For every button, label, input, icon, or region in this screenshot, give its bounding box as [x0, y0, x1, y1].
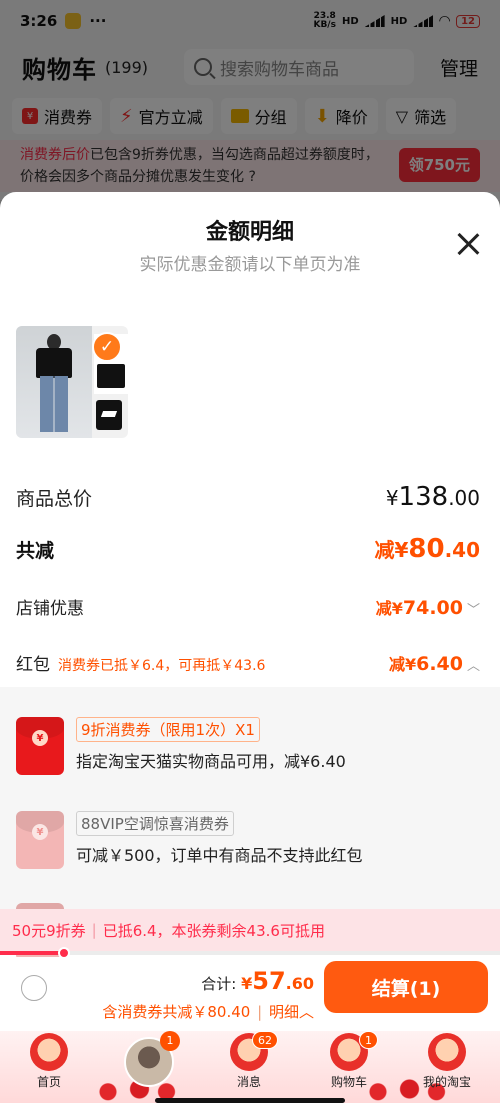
coupon-desc: 指定淘宝天猫实物商品可用，减¥6.40 [76, 752, 346, 771]
tab-my-taobao[interactable]: 我的淘宝 [412, 1033, 482, 1090]
shop-discount-value: 减¥74.00 ﹀ [375, 597, 480, 619]
tab-messages[interactable]: 62 消息 [214, 1031, 284, 1090]
shop-discount-row[interactable]: 店铺优惠 减¥74.00 ﹀ [16, 594, 480, 619]
progress-fill [0, 951, 64, 955]
total-price-row: 商品总价 ¥138.00 [16, 482, 480, 512]
coupon-desc: 可减￥500，订单中有商品不支持此红包 [76, 846, 363, 865]
red-packet-label: 红包 [16, 655, 50, 675]
brand-logo-thumb [96, 400, 122, 430]
sheet-subtitle: 实际优惠金额请以下单页为准 [139, 255, 361, 275]
discount-summary[interactable]: 含消费券共减￥80.40 | 明细︿ [102, 1001, 314, 1022]
total-discount-label: 共减 [16, 540, 55, 562]
red-envelope-icon: ¥ [16, 717, 64, 775]
coupon-item[interactable]: ¥ 9折消费券（限用1次）X1 指定淘宝天猫实物商品可用，减¥6.40 [16, 717, 346, 775]
tab-cart[interactable]: 1 购物车 [314, 1031, 384, 1090]
total-price-label: 商品总价 [16, 488, 93, 510]
coupon-list: ¥ 9折消费券（限用1次）X1 指定淘宝天猫实物商品可用，减¥6.40 ¥ 88… [0, 687, 500, 961]
shop-discount-label: 店铺优惠 [16, 599, 84, 619]
tab-badge: 62 [252, 1031, 278, 1049]
checkout-bar: 合计: ¥57.60 含消费券共减￥80.40 | 明细︿ 结算(1) [0, 957, 500, 1031]
select-all-checkbox[interactable] [21, 975, 47, 1001]
red-packet-note: 消费券已抵￥6.4，可再抵￥43.6 [58, 658, 266, 674]
coupon-progress-text: 50元9折券 | 已抵6.4，本张券剩余43.6可抵用 [0, 909, 500, 951]
total-discount-row: 共减 减¥80.40 [16, 534, 480, 564]
progress-coupon: 50元9折券 [12, 921, 86, 940]
tab-home[interactable]: 首页 [14, 1033, 84, 1090]
red-packet-value: 减¥6.40 ︿ [388, 653, 480, 675]
sum-value: ¥57.60 [241, 967, 314, 995]
progress-detail: 已抵6.4，本张券剩余43.6可抵用 [102, 921, 325, 940]
chevron-down-icon: ﹀ [466, 603, 480, 618]
tab-bar: 首页 1 62 消息 1 购物车 我的淘宝 [0, 1031, 500, 1103]
coupon-item[interactable]: ¥ 88VIP空调惊喜消费券 可减￥500，订单中有商品不支持此红包 [16, 811, 363, 869]
total-discount-value: 减¥80.40 [374, 534, 480, 564]
coupon-progress-bar [0, 947, 500, 959]
checkout-button[interactable]: 结算(1) [324, 961, 488, 1013]
selected-check-icon: ✓ [92, 332, 122, 362]
home-indicator[interactable] [155, 1098, 345, 1103]
tab-badge: 1 [359, 1031, 378, 1049]
product-model-photo [16, 326, 92, 438]
coupon-tag: 88VIP空调惊喜消费券 [76, 811, 234, 836]
red-envelope-icon: ¥ [16, 811, 64, 869]
tab-badge: 1 [160, 1031, 180, 1051]
total-price-value: ¥138.00 [385, 482, 480, 512]
chevron-up-icon: ︿ [466, 659, 480, 674]
close-icon[interactable] [456, 232, 480, 256]
sum-line: 合计: ¥57.60 [201, 967, 314, 995]
red-packet-row[interactable]: 红包 消费券已抵￥6.4，可再抵￥43.6 减¥6.40 ︿ [16, 650, 480, 675]
amount-detail-sheet: 金额明细 实际优惠金额请以下单页为准 ✓ 商品总价 ¥138.00 共减 减¥8… [0, 192, 500, 1111]
sum-label: 合计: [201, 975, 237, 993]
home-mascot-icon [30, 1033, 68, 1071]
profile-mascot-icon [428, 1033, 466, 1071]
coupon-tag: 9折消费券（限用1次）X1 [76, 717, 260, 742]
detail-toggle[interactable]: 明细 [269, 1003, 299, 1021]
chevron-up-icon: ︿ [298, 1003, 314, 1021]
sheet-title: 金额明细 [205, 220, 294, 245]
modal-overlay[interactable] [0, 0, 500, 200]
